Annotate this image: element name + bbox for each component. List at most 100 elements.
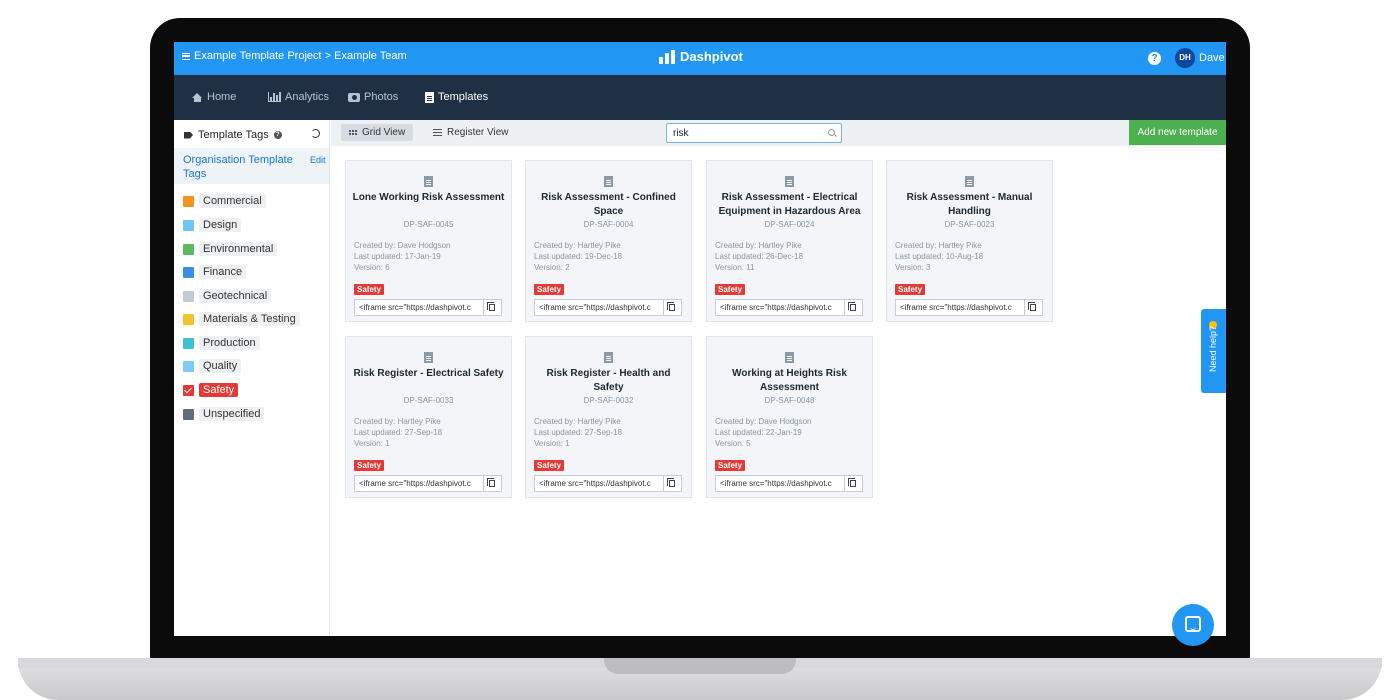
- copy-button[interactable]: [664, 475, 682, 492]
- embed-code-field[interactable]: [715, 475, 845, 492]
- template-title[interactable]: Risk Assessment - Confined Space: [532, 191, 685, 219]
- nav-home-label: Home: [207, 91, 237, 103]
- tag-finance[interactable]: Finance: [183, 264, 247, 280]
- created-by: Created by: Hartley Pike: [895, 241, 982, 250]
- tag-commercial[interactable]: Commercial: [183, 193, 266, 209]
- tag-label[interactable]: Environmental: [199, 242, 278, 256]
- copy-icon: [667, 302, 675, 311]
- tag-checkbox[interactable]: [183, 337, 194, 349]
- help-icon[interactable]: ?: [1148, 52, 1161, 65]
- laptop-notch: [604, 658, 796, 674]
- embed-code-field[interactable]: [895, 299, 1025, 316]
- tag-unspecified[interactable]: Unspecified: [183, 406, 265, 422]
- last-updated: Last updated: 17-Jan-19: [354, 252, 441, 261]
- tag-production[interactable]: Production: [183, 335, 260, 351]
- question-icon[interactable]: ?: [273, 131, 282, 139]
- template-title[interactable]: Risk Assessment - Electrical Equipment i…: [713, 191, 866, 219]
- template-title[interactable]: Risk Register - Health and Safety: [532, 367, 685, 395]
- top-bar: Example Template Project > Example Team …: [174, 42, 1226, 75]
- tag-checkbox[interactable]: [183, 195, 194, 207]
- tag-checkbox[interactable]: [183, 313, 194, 325]
- safety-badge: Safety: [715, 460, 746, 471]
- tag-label[interactable]: Finance: [199, 265, 247, 279]
- created-by: Created by: Hartley Pike: [715, 241, 802, 250]
- grid-icon: [349, 130, 357, 135]
- template-title[interactable]: Risk Assessment - Manual Handling: [893, 191, 1046, 219]
- search-input[interactable]: [666, 123, 842, 143]
- version: Version: 3: [895, 263, 931, 272]
- template-card[interactable]: Risk Register - Health and Safety DP-SAF…: [525, 336, 692, 498]
- template-card[interactable]: Risk Assessment - Electrical Equipment i…: [706, 160, 873, 322]
- tag-checkbox[interactable]: [183, 243, 194, 255]
- document-icon: [965, 176, 974, 187]
- tag-quality[interactable]: Quality: [183, 358, 242, 374]
- template-code: DP-SAF-0048: [764, 396, 815, 405]
- tag-label[interactable]: Quality: [199, 359, 242, 373]
- embed-code-field[interactable]: [715, 299, 845, 316]
- copy-button[interactable]: [664, 299, 682, 316]
- tag-checkbox[interactable]: [183, 360, 194, 372]
- hamburger-menu-icon[interactable]: [182, 52, 190, 60]
- template-title[interactable]: Lone Working Risk Assessment: [352, 191, 505, 205]
- tag-design[interactable]: Design: [183, 217, 242, 233]
- nav-analytics[interactable]: Analytics: [268, 91, 329, 103]
- tag-checkbox[interactable]: [183, 219, 194, 231]
- copy-button[interactable]: [484, 299, 502, 316]
- nav-home[interactable]: Home: [192, 91, 236, 103]
- embed-code-field[interactable]: [534, 475, 664, 492]
- tag-checkbox[interactable]: [183, 266, 194, 278]
- copy-button[interactable]: [1025, 299, 1043, 316]
- template-card[interactable]: Risk Register - Electrical Safety DP-SAF…: [345, 336, 512, 498]
- template-code: DP-SAF-0045: [403, 220, 454, 229]
- search-icon[interactable]: [828, 129, 835, 136]
- template-code: DP-SAF-0023: [944, 220, 995, 229]
- list-icon: [433, 129, 442, 136]
- embed-code-field[interactable]: [534, 299, 664, 316]
- tag-label[interactable]: Commercial: [199, 194, 266, 208]
- template-card[interactable]: Risk Assessment - Confined Space DP-SAF-…: [525, 160, 692, 322]
- organisation-template-tags: Organisation Template Tags Edit: [174, 148, 329, 184]
- register-view-button[interactable]: Register View: [425, 124, 517, 141]
- template-title[interactable]: Working at Heights Risk Assessment: [713, 367, 866, 395]
- template-title[interactable]: Risk Register - Electrical Safety: [352, 367, 505, 381]
- breadcrumb-text[interactable]: Example Template Project > Example Team: [194, 50, 407, 62]
- breadcrumb[interactable]: Example Template Project > Example Team: [182, 50, 407, 62]
- document-icon: [785, 352, 794, 363]
- nav-analytics-label: Analytics: [285, 91, 330, 103]
- need-help-tab[interactable]: Need help?: [1201, 309, 1226, 393]
- copy-button[interactable]: [845, 475, 863, 492]
- copy-icon: [848, 302, 856, 311]
- nav-templates[interactable]: Templates: [425, 91, 488, 103]
- grid-view-button[interactable]: Grid View: [341, 124, 414, 141]
- template-code: DP-SAF-0032: [583, 396, 634, 405]
- embed-code-field[interactable]: [354, 299, 484, 316]
- tag-label[interactable]: Materials & Testing: [199, 312, 300, 326]
- nav-photos[interactable]: Photos: [348, 91, 398, 103]
- tag-label[interactable]: Geotechnical: [199, 289, 272, 303]
- org-tags-label: Organisation Template Tags: [183, 154, 293, 180]
- tag-environmental[interactable]: Environmental: [183, 241, 278, 257]
- reset-icon[interactable]: [311, 129, 320, 138]
- edit-tags-link[interactable]: Edit: [310, 155, 326, 165]
- tag-label[interactable]: Design: [199, 218, 242, 232]
- add-new-template-button[interactable]: Add new template: [1129, 120, 1226, 145]
- tag-label[interactable]: Unspecified: [199, 407, 265, 421]
- template-card[interactable]: Working at Heights Risk Assessment DP-SA…: [706, 336, 873, 498]
- chat-launcher-button[interactable]: [1172, 604, 1214, 646]
- avatar[interactable]: DH: [1175, 48, 1195, 68]
- user-name[interactable]: Dave: [1199, 52, 1225, 64]
- copy-button[interactable]: [845, 299, 863, 316]
- tag-materials-testing[interactable]: Materials & Testing: [183, 311, 300, 327]
- tag-safety[interactable]: Safety: [183, 382, 239, 398]
- tag-checkbox[interactable]: [183, 290, 194, 302]
- template-card[interactable]: Lone Working Risk Assessment DP-SAF-0045…: [345, 160, 512, 322]
- copy-button[interactable]: [484, 475, 502, 492]
- tag-label[interactable]: Safety: [199, 383, 239, 397]
- tag-checkbox[interactable]: [183, 408, 194, 420]
- embed-code-field[interactable]: [354, 475, 484, 492]
- tag-geotechnical[interactable]: Geotechnical: [183, 288, 272, 304]
- created-by: Created by: Hartley Pike: [534, 241, 621, 250]
- tag-checkbox-checked[interactable]: [183, 384, 194, 396]
- tag-label[interactable]: Production: [199, 336, 260, 350]
- template-card[interactable]: Risk Assessment - Manual Handling DP-SAF…: [886, 160, 1053, 322]
